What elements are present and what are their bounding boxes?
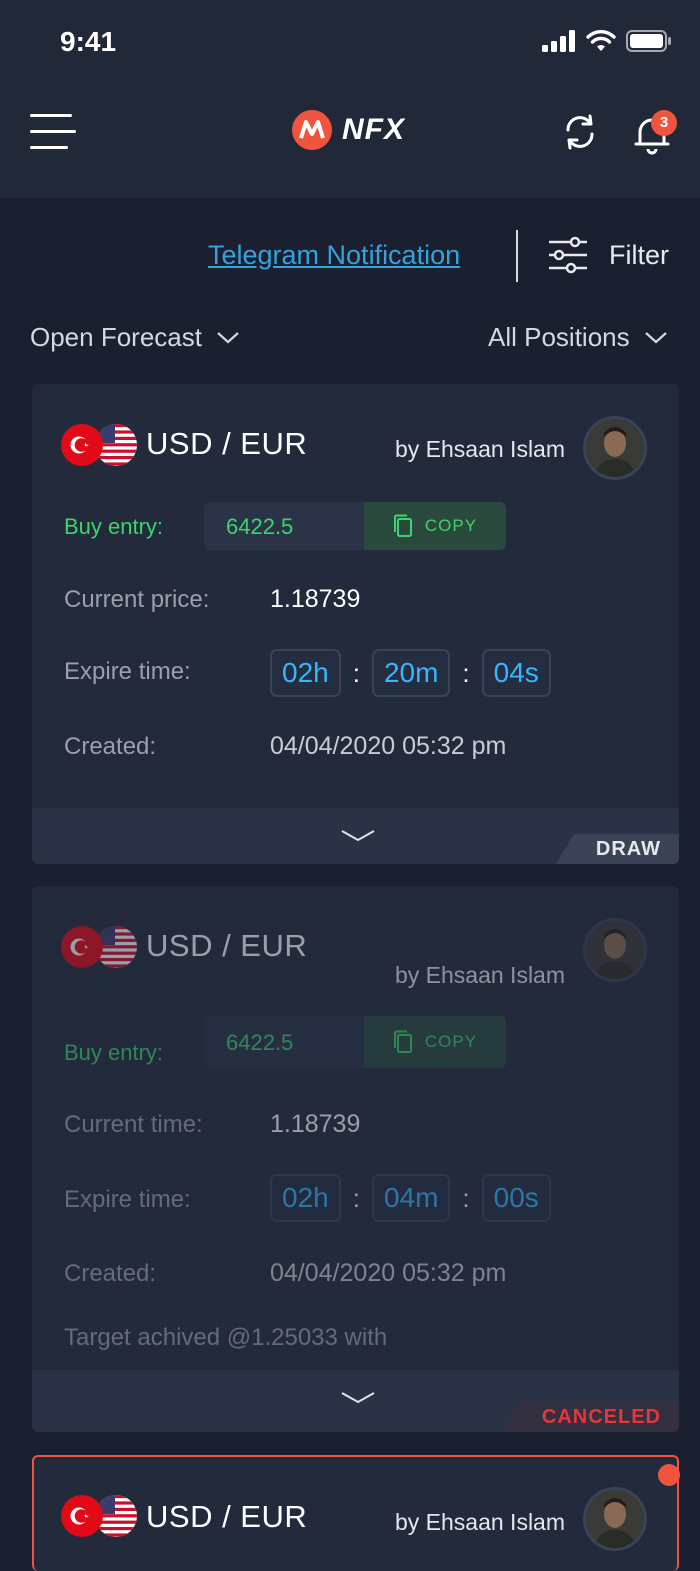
timer-seconds: 00s bbox=[481, 1174, 551, 1222]
toolbar-divider bbox=[516, 230, 518, 282]
timer-seconds: 04s bbox=[481, 649, 551, 697]
chevron-down-icon bbox=[341, 1392, 375, 1404]
expand-footer[interactable]: CANCELED bbox=[32, 1370, 679, 1432]
signal-icon bbox=[542, 30, 575, 52]
chevron-down-icon bbox=[644, 331, 667, 343]
status-icons bbox=[542, 30, 672, 52]
expire-time-label: Expire time: bbox=[64, 658, 191, 685]
logo-mark-icon bbox=[292, 110, 332, 150]
timer-hours: 02h bbox=[270, 1174, 341, 1222]
current-time-value: 1.18739 bbox=[270, 1110, 361, 1138]
open-forecast-dropdown[interactable]: Open Forecast bbox=[30, 322, 240, 353]
forecast-card[interactable]: USD / EUR by Ehsaan Islam Buy entry: 642… bbox=[32, 384, 679, 864]
author-name: by Ehsaan Islam bbox=[394, 962, 565, 988]
timer-minutes: 04m bbox=[371, 1174, 451, 1222]
timer-minutes: 20m bbox=[371, 649, 451, 697]
refresh-icon[interactable] bbox=[560, 112, 600, 152]
copy-icon bbox=[393, 514, 412, 537]
author-avatar[interactable] bbox=[583, 918, 647, 982]
all-positions-dropdown[interactable]: All Positions bbox=[488, 322, 668, 353]
buy-entry-label: Buy entry: bbox=[64, 1040, 164, 1065]
timer-separator: : bbox=[352, 657, 360, 688]
current-price-value: 1.18739 bbox=[270, 585, 361, 613]
copy-button[interactable]: COPY bbox=[364, 502, 506, 550]
created-value: 04/04/2020 05:32 pm bbox=[270, 732, 507, 760]
target-text: Target achived @1.25033 with bbox=[64, 1324, 388, 1351]
timer-separator: : bbox=[462, 1182, 470, 1213]
hamburger-menu-icon[interactable] bbox=[30, 112, 76, 152]
expire-time-label: Expire time: bbox=[64, 1186, 191, 1213]
status-badge: DRAW bbox=[555, 834, 679, 864]
entry-box: 6422.5 COPY bbox=[204, 1016, 506, 1068]
timer-separator: : bbox=[462, 657, 470, 688]
currency-pair: USD / EUR bbox=[146, 928, 308, 963]
created-value: 04/04/2020 05:32 pm bbox=[270, 1259, 507, 1287]
currency-pair: USD / EUR bbox=[146, 1499, 308, 1534]
chevron-down-icon bbox=[217, 331, 239, 343]
entry-value: 6422.5 bbox=[226, 514, 294, 539]
filter-button[interactable]: Filter bbox=[547, 236, 669, 274]
telegram-notification-link[interactable]: Telegram Notification bbox=[208, 240, 460, 271]
status-time: 9:41 bbox=[60, 26, 117, 57]
sliders-icon bbox=[549, 236, 587, 274]
forecast-card-active[interactable]: USD / EUR by Ehsaan Islam bbox=[32, 1455, 679, 1571]
created-label: Created: bbox=[64, 1260, 157, 1287]
battery-icon bbox=[626, 30, 671, 52]
timer-separator: : bbox=[352, 1182, 360, 1213]
dropdown-label: All Positions bbox=[488, 322, 630, 352]
top-app-bar: NFX bbox=[0, 90, 700, 198]
filter-label: Filter bbox=[609, 239, 669, 270]
notification-badge: 3 bbox=[651, 110, 677, 136]
chevron-down-icon bbox=[341, 830, 375, 842]
current-price-label: Current price: bbox=[64, 586, 210, 613]
status-badge: CANCELED bbox=[501, 1402, 679, 1432]
author-name: by Ehsaan Islam bbox=[394, 436, 565, 462]
nfx-logo: NFX bbox=[292, 110, 405, 150]
active-indicator-dot bbox=[658, 1464, 680, 1486]
logo-text: NFX bbox=[342, 113, 405, 146]
expire-timer: 02h : 20m : 04s bbox=[270, 649, 551, 697]
dropdown-label: Open Forecast bbox=[30, 322, 202, 352]
author-avatar[interactable] bbox=[583, 416, 647, 480]
copy-icon bbox=[393, 1030, 412, 1053]
currency-flags-icon bbox=[61, 1495, 137, 1537]
created-label: Created: bbox=[64, 733, 157, 760]
author-name: by Ehsaan Islam bbox=[394, 1509, 565, 1535]
currency-flags-icon bbox=[61, 424, 137, 466]
entry-value: 6422.5 bbox=[226, 1030, 294, 1055]
copy-label: COPY bbox=[424, 516, 478, 535]
author-avatar[interactable] bbox=[583, 1487, 647, 1551]
timer-hours: 02h bbox=[270, 649, 341, 697]
copy-label: COPY bbox=[424, 1032, 478, 1051]
current-time-label: Current time: bbox=[64, 1111, 203, 1138]
forecast-card[interactable]: USD / EUR by Ehsaan Islam Buy entry: 642… bbox=[32, 886, 679, 1432]
wifi-icon bbox=[586, 30, 616, 51]
currency-flags-icon bbox=[61, 926, 137, 968]
expire-timer: 02h : 04m : 00s bbox=[270, 1174, 551, 1222]
buy-entry-label: Buy entry: bbox=[64, 514, 164, 539]
currency-pair: USD / EUR bbox=[146, 426, 308, 461]
status-bar: 9:41 bbox=[0, 0, 700, 90]
expand-footer[interactable]: DRAW bbox=[32, 808, 679, 864]
entry-box: 6422.5 COPY bbox=[204, 502, 506, 550]
copy-button[interactable]: COPY bbox=[364, 1016, 506, 1068]
